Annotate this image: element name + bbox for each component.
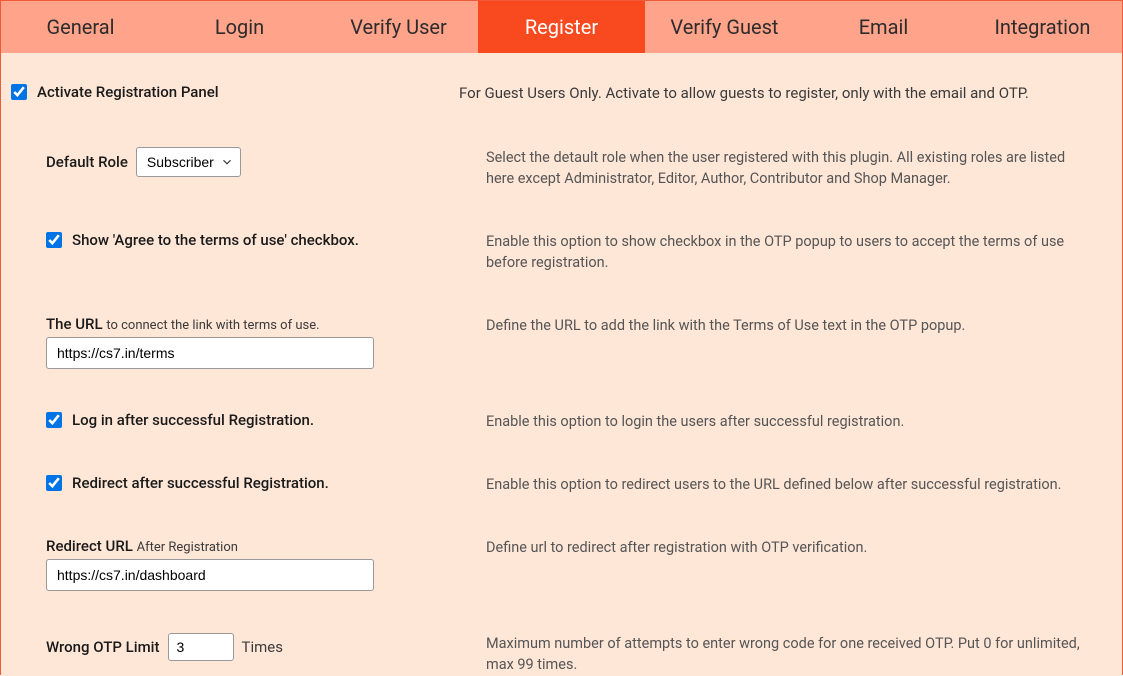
default-role-label: Default Role [46, 153, 128, 171]
activate-label: Activate Registration Panel [37, 83, 219, 101]
setting-terms-url: The URL to connect the link with terms o… [1, 315, 1122, 369]
activate-desc: For Guest Users Only. Activate to allow … [459, 83, 1059, 105]
login-after-label: Log in after successful Registration. [72, 411, 314, 429]
setting-login-after: Log in after successful Registration. En… [1, 411, 1122, 432]
terms-url-desc: Define the URL to add the link with the … [486, 315, 995, 336]
login-after-desc: Enable this option to login the users af… [486, 411, 934, 432]
terms-url-label-main: The URL [46, 315, 103, 333]
content-panel: Activate Registration Panel For Guest Us… [1, 53, 1122, 676]
redirect-after-checkbox[interactable] [46, 475, 62, 491]
wrong-otp-desc: Maximum number of attempts to enter wron… [486, 633, 1122, 675]
agree-terms-desc: Enable this option to show checkbox in t… [486, 231, 1122, 273]
tab-email[interactable]: Email [804, 1, 963, 53]
setting-default-role: Default Role Subscriber Select the detau… [1, 147, 1122, 189]
tab-general[interactable]: General [1, 1, 160, 53]
settings-container: General Login Verify User Register Verif… [0, 0, 1123, 675]
wrong-otp-label: Wrong OTP Limit [46, 638, 160, 656]
terms-url-input[interactable] [46, 337, 374, 369]
redirect-after-label: Redirect after successful Registration. [72, 474, 329, 492]
terms-url-label-sub: to connect the link with terms of use. [106, 318, 319, 333]
redirect-url-label-main: Redirect URL [46, 537, 133, 555]
redirect-url-label-sub: After Registration [137, 540, 238, 555]
tab-login[interactable]: Login [160, 1, 319, 53]
tab-verify-guest[interactable]: Verify Guest [645, 1, 804, 53]
setting-redirect-url: Redirect URL After Registration Define u… [1, 537, 1122, 591]
agree-terms-label: Show 'Agree to the terms of use' checkbo… [72, 231, 359, 249]
setting-redirect-after: Redirect after successful Registration. … [1, 474, 1122, 495]
tab-verify-user[interactable]: Verify User [319, 1, 478, 53]
tab-integration[interactable]: Integration [963, 1, 1122, 53]
tab-register[interactable]: Register [478, 1, 645, 53]
default-role-select[interactable]: Subscriber [136, 147, 241, 177]
default-role-desc: Select the detault role when the user re… [486, 147, 1122, 189]
redirect-after-desc: Enable this option to redirect users to … [486, 474, 1092, 495]
redirect-url-input[interactable] [46, 559, 374, 591]
login-after-checkbox[interactable] [46, 412, 62, 428]
setting-agree-terms: Show 'Agree to the terms of use' checkbo… [1, 231, 1122, 273]
activate-checkbox[interactable] [11, 84, 27, 100]
setting-activate: Activate Registration Panel For Guest Us… [1, 83, 1122, 105]
wrong-otp-input[interactable] [168, 633, 234, 661]
redirect-url-desc: Define url to redirect after registratio… [486, 537, 897, 558]
agree-terms-checkbox[interactable] [46, 232, 62, 248]
wrong-otp-suffix: Times [242, 638, 283, 656]
setting-wrong-otp: Wrong OTP Limit Times Maximum number of … [1, 633, 1122, 675]
tabs-bar: General Login Verify User Register Verif… [1, 1, 1122, 53]
